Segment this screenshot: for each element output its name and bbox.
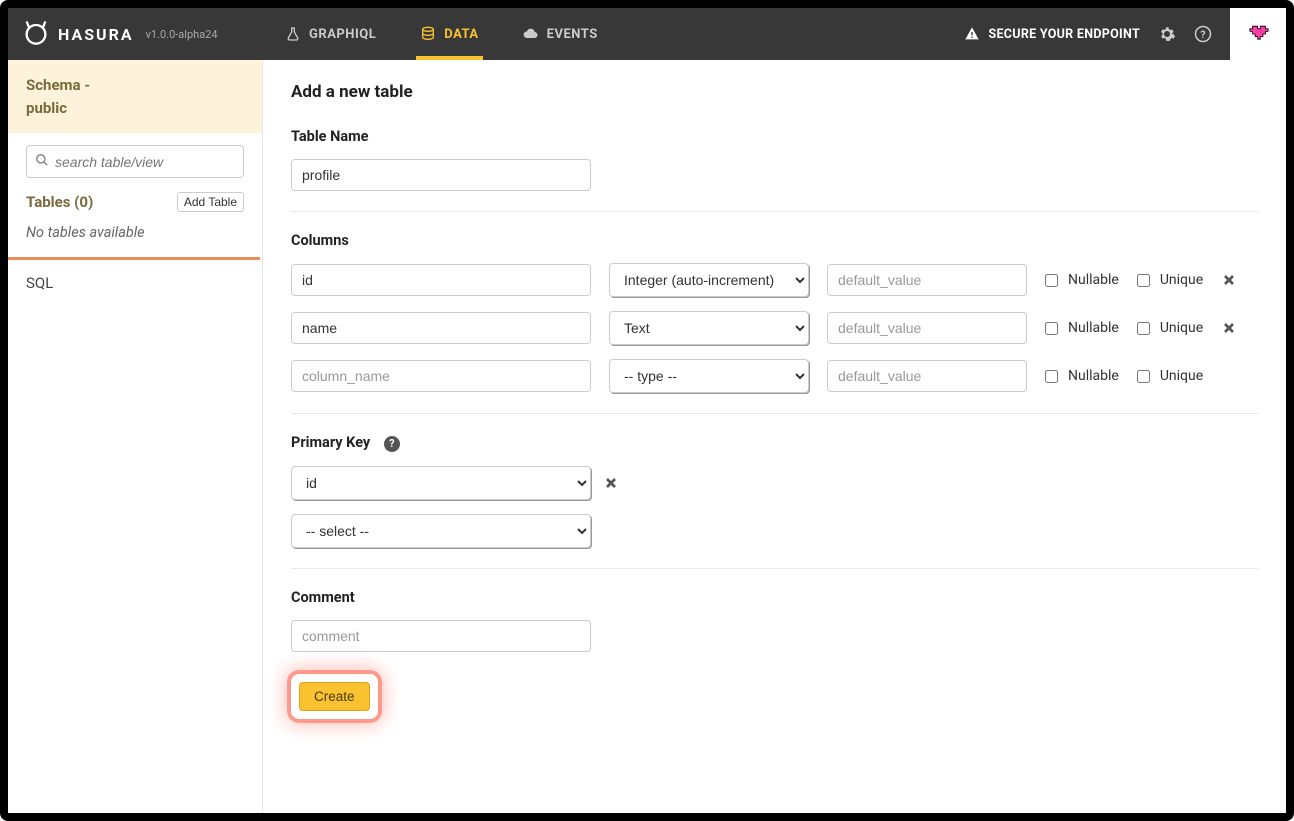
column-default-input[interactable] xyxy=(827,264,1027,296)
table-search-input[interactable] xyxy=(55,154,237,170)
column-name-input[interactable] xyxy=(291,312,591,344)
warning-icon xyxy=(964,26,980,42)
database-icon xyxy=(420,26,436,42)
unique-checkbox[interactable] xyxy=(1137,370,1150,383)
flask-icon xyxy=(285,26,301,42)
schema-label-1: Schema - xyxy=(26,74,244,97)
sidebar: Schema - public Tables (0) Add Table No … xyxy=(8,60,263,813)
nullable-checkbox[interactable] xyxy=(1045,322,1058,335)
column-type-select[interactable]: -- type -- xyxy=(609,359,809,393)
unique-checkbox[interactable] xyxy=(1137,322,1150,335)
schema-label-2: public xyxy=(26,97,244,120)
nav-events-label: EVENTS xyxy=(547,27,598,42)
table-name-input[interactable] xyxy=(291,159,591,191)
columns-label: Columns xyxy=(291,232,1258,249)
create-highlight: Create xyxy=(291,674,378,719)
add-table-button[interactable]: Add Table xyxy=(177,192,244,212)
app-version: v1.0.0-alpha24 xyxy=(146,28,218,41)
column-default-input[interactable] xyxy=(827,360,1027,392)
sql-link[interactable]: SQL xyxy=(8,260,262,306)
remove-pk-icon[interactable] xyxy=(603,475,619,491)
divider xyxy=(291,211,1258,212)
topbar-right: SECURE YOUR ENDPOINT ? xyxy=(964,8,1286,60)
nav-graphiql-label: GRAPHIQL xyxy=(309,27,376,42)
remove-column-icon[interactable] xyxy=(1221,320,1237,336)
help-icon[interactable]: ? xyxy=(1194,25,1212,43)
unique-checkbox[interactable] xyxy=(1137,274,1150,287)
column-default-input[interactable] xyxy=(827,312,1027,344)
column-row: -- type -- Nullable Unique xyxy=(291,359,1258,393)
column-name-input[interactable] xyxy=(291,360,591,392)
secure-endpoint-label: SECURE YOUR ENDPOINT xyxy=(988,27,1140,42)
create-button[interactable]: Create xyxy=(299,682,370,711)
unique-label: Unique xyxy=(1137,320,1203,336)
help-icon[interactable]: ? xyxy=(384,436,400,452)
cloud-icon xyxy=(523,26,539,42)
main-nav: GRAPHIQL DATA EVENTS xyxy=(263,8,620,60)
gear-icon[interactable] xyxy=(1158,25,1176,43)
nullable-label: Nullable xyxy=(1045,368,1119,384)
column-type-select[interactable]: Integer (auto-increment) xyxy=(609,263,809,297)
logo-area: HASURA v1.0.0-alpha24 xyxy=(8,8,263,60)
hasura-logo-icon xyxy=(22,18,50,50)
nullable-label: Nullable xyxy=(1045,272,1119,288)
primary-key-select[interactable]: id xyxy=(291,466,591,500)
divider xyxy=(291,413,1258,414)
search-icon xyxy=(35,152,49,171)
nav-data-label: DATA xyxy=(444,27,478,42)
heart-button[interactable] xyxy=(1230,8,1286,60)
no-tables-message: No tables available xyxy=(8,218,262,255)
nullable-checkbox[interactable] xyxy=(1045,370,1058,383)
secure-endpoint-link[interactable]: SECURE YOUR ENDPOINT xyxy=(964,26,1140,42)
nav-graphiql[interactable]: GRAPHIQL xyxy=(263,8,398,60)
top-nav-bar: HASURA v1.0.0-alpha24 GRAPHIQL DATA EV xyxy=(8,8,1286,60)
comment-input[interactable] xyxy=(291,620,591,652)
primary-key-select[interactable]: -- select -- xyxy=(291,514,591,548)
divider xyxy=(291,568,1258,569)
column-name-input[interactable] xyxy=(291,264,591,296)
svg-text:?: ? xyxy=(1200,28,1205,41)
nav-data[interactable]: DATA xyxy=(398,8,500,60)
unique-label: Unique xyxy=(1137,368,1203,384)
primary-key-label: Primary Key ? xyxy=(291,434,1258,452)
remove-column-icon[interactable] xyxy=(1221,272,1237,288)
column-type-select[interactable]: Text xyxy=(609,311,809,345)
table-search[interactable] xyxy=(26,145,244,178)
comment-label: Comment xyxy=(291,589,1258,606)
main-content: Add a new table Table Name Columns Integ… xyxy=(263,60,1286,813)
nullable-checkbox[interactable] xyxy=(1045,274,1058,287)
heart-icon xyxy=(1246,21,1270,47)
column-row: Text Nullable Unique xyxy=(291,311,1258,345)
schema-selector[interactable]: Schema - public xyxy=(8,60,262,133)
column-row: Integer (auto-increment) Nullable Unique xyxy=(291,263,1258,297)
table-name-label: Table Name xyxy=(291,128,1258,145)
nav-events[interactable]: EVENTS xyxy=(501,8,620,60)
tables-count-label: Tables (0) xyxy=(26,193,93,211)
app-name: HASURA xyxy=(58,25,134,44)
nullable-label: Nullable xyxy=(1045,320,1119,336)
unique-label: Unique xyxy=(1137,272,1203,288)
page-title: Add a new table xyxy=(291,82,1258,102)
